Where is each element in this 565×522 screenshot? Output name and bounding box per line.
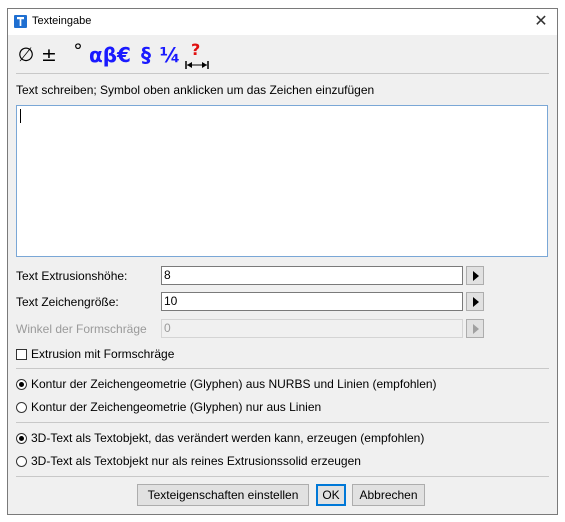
close-button[interactable]: ✕	[531, 12, 551, 32]
divider	[16, 476, 549, 477]
ok-button[interactable]: OK	[316, 484, 346, 506]
draft-angle-arrow-button[interactable]	[466, 319, 484, 338]
font-size-input[interactable]: 10	[161, 292, 463, 311]
divider	[16, 73, 549, 74]
help-icon: ?	[191, 40, 201, 59]
divider	[16, 368, 549, 369]
cancel-button[interactable]: Abbrechen	[352, 484, 425, 506]
draft-extrusion-checkbox[interactable]	[16, 349, 27, 360]
text-input-area[interactable]	[16, 105, 548, 257]
contour-lines-label: Kontur der Zeichengeometrie (Glyphen) nu…	[31, 400, 322, 414]
plusminus-symbol-button[interactable]: ±	[39, 42, 59, 68]
draft-extrusion-label: Extrusion mit Formschräge	[31, 347, 175, 361]
extrusion-height-input[interactable]: 8	[161, 266, 463, 285]
font-size-arrow-button[interactable]	[466, 292, 484, 311]
extrusion-height-label: Text Extrusionshöhe:	[16, 269, 128, 283]
contour-nurbs-label: Kontur der Zeichengeometrie (Glyphen) au…	[31, 377, 437, 391]
diameter-symbol-button[interactable]: ∅	[16, 42, 36, 68]
degree-symbol-button[interactable]: °	[70, 38, 86, 64]
extrusion-solid-label: 3D-Text als Textobjekt nur als reines Ex…	[31, 454, 361, 468]
text-properties-button[interactable]: Texteigenschaften einstellen	[137, 484, 309, 506]
section-symbol-button[interactable]: §	[137, 42, 155, 68]
greek-symbol-button[interactable]: αβ	[89, 42, 117, 68]
text-object-label: 3D-Text als Textobjekt, das verändert we…	[31, 431, 425, 445]
divider	[16, 422, 549, 423]
euro-symbol-button[interactable]: €	[115, 42, 133, 68]
contour-nurbs-radio[interactable]	[16, 379, 27, 390]
help-width-button[interactable]: ?	[184, 40, 210, 70]
font-size-label: Text Zeichengröße:	[16, 295, 119, 309]
extrusion-height-arrow-button[interactable]	[466, 266, 484, 285]
dialog-window: Texteingabe ✕ ∅ ± ° αβ € § ¼ ? Text schr…	[7, 8, 558, 515]
window-title: Texteingabe	[32, 15, 92, 27]
symbol-toolbar: ∅ ± ° αβ € § ¼ ?	[8, 36, 557, 72]
text-caret	[20, 109, 21, 123]
title-bar: Texteingabe ✕	[8, 9, 557, 35]
fraction-symbol-button[interactable]: ¼	[159, 42, 181, 68]
app-icon	[14, 15, 27, 28]
draft-angle-input[interactable]: 0	[161, 319, 463, 338]
draft-angle-label: Winkel der Formschräge	[16, 322, 147, 336]
extrusion-solid-radio[interactable]	[16, 456, 27, 467]
instruction-text: Text schreiben; Symbol oben anklicken um…	[16, 83, 375, 97]
width-arrow-icon	[185, 61, 209, 69]
text-object-radio[interactable]	[16, 433, 27, 444]
contour-lines-radio[interactable]	[16, 402, 27, 413]
